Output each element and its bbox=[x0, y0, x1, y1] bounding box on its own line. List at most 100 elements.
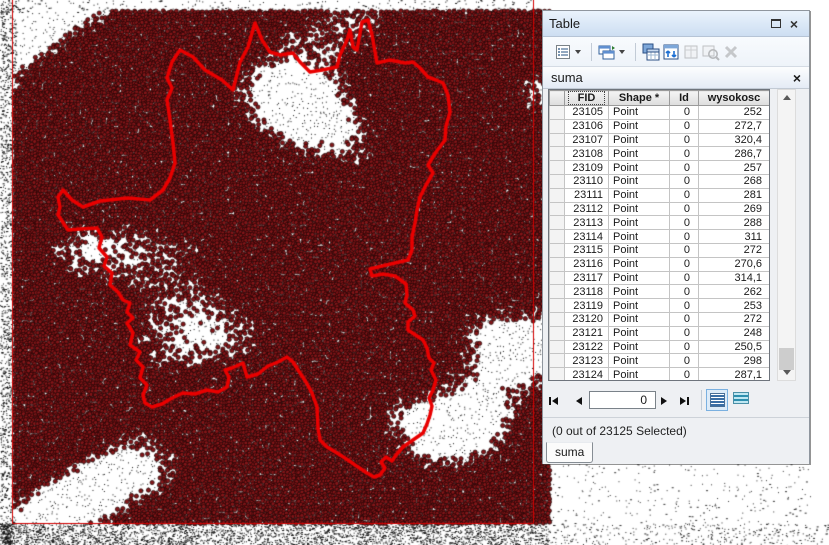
row-selector[interactable] bbox=[550, 106, 565, 120]
cell: 286,7 bbox=[699, 147, 770, 161]
grid-vertical-scrollbar[interactable] bbox=[777, 89, 796, 381]
row-selector[interactable] bbox=[550, 257, 565, 271]
row-selector[interactable] bbox=[550, 312, 565, 326]
delete-selected-button[interactable] bbox=[721, 42, 741, 62]
cell: 0 bbox=[670, 271, 699, 285]
show-selected-records-button[interactable] bbox=[733, 392, 749, 404]
row-selector[interactable] bbox=[550, 119, 565, 133]
nav-separator bbox=[701, 390, 702, 410]
maximize-button[interactable] bbox=[767, 15, 785, 33]
column-header-shape[interactable]: Shape * bbox=[609, 91, 670, 106]
table-window: Table × bbox=[542, 10, 810, 464]
row-selector[interactable] bbox=[550, 368, 565, 381]
table-row[interactable]: 23121Point0248 bbox=[550, 326, 770, 340]
table-row[interactable]: 23110Point0268 bbox=[550, 174, 770, 188]
sheet-tab-suma[interactable]: suma bbox=[546, 442, 593, 463]
row-selector[interactable] bbox=[550, 340, 565, 354]
related-tables-caret-icon[interactable] bbox=[619, 50, 625, 54]
cell: Point bbox=[609, 354, 670, 368]
record-number-input[interactable]: 0 bbox=[589, 391, 656, 409]
table-row[interactable]: 23105Point0252 bbox=[550, 106, 770, 120]
table-row[interactable]: 23111Point0281 bbox=[550, 188, 770, 202]
related-tables-icon bbox=[598, 44, 616, 60]
row-selector[interactable] bbox=[550, 216, 565, 230]
cell: Point bbox=[609, 161, 670, 175]
table-row[interactable]: 23115Point0272 bbox=[550, 243, 770, 257]
table-window-titlebar[interactable]: Table × bbox=[543, 11, 809, 37]
table-row[interactable]: 23112Point0269 bbox=[550, 202, 770, 216]
scroll-up-button[interactable] bbox=[778, 90, 795, 105]
zoom-to-selected-icon bbox=[702, 43, 720, 61]
cell: 0 bbox=[670, 312, 699, 326]
cell: 0 bbox=[670, 188, 699, 202]
next-record-button[interactable] bbox=[661, 392, 667, 410]
cell: 23121 bbox=[565, 326, 609, 340]
table-options-button[interactable] bbox=[553, 42, 573, 62]
clear-selection-icon bbox=[683, 44, 699, 60]
table-options-caret-icon[interactable] bbox=[575, 50, 581, 54]
sheet-close-icon[interactable]: × bbox=[793, 71, 801, 85]
previous-record-button[interactable] bbox=[576, 392, 582, 410]
cell: 287,1 bbox=[699, 368, 770, 381]
last-record-button[interactable] bbox=[680, 392, 689, 410]
selection-status-bar: (0 out of 23125 Selected) bbox=[543, 417, 809, 443]
table-row[interactable]: 23107Point0320,4 bbox=[550, 133, 770, 147]
table-row[interactable]: 23116Point0270,6 bbox=[550, 257, 770, 271]
row-selector[interactable] bbox=[550, 354, 565, 368]
table-row[interactable]: 23122Point0250,5 bbox=[550, 340, 770, 354]
cell: 0 bbox=[670, 257, 699, 271]
scroll-down-button[interactable] bbox=[778, 365, 795, 380]
row-selector[interactable] bbox=[550, 147, 565, 161]
row-selector[interactable] bbox=[550, 133, 565, 147]
row-selector[interactable] bbox=[550, 230, 565, 244]
toolbar-separator bbox=[591, 43, 592, 61]
row-selector[interactable] bbox=[550, 243, 565, 257]
attribute-grid[interactable]: FIDShape *Idwysokosc 23105Point025223106… bbox=[548, 89, 770, 381]
first-record-button[interactable] bbox=[549, 392, 558, 410]
cell: Point bbox=[609, 216, 670, 230]
select-by-attributes-icon bbox=[642, 43, 660, 61]
table-row[interactable]: 23114Point0311 bbox=[550, 230, 770, 244]
cell: 23105 bbox=[565, 106, 609, 120]
cell: Point bbox=[609, 119, 670, 133]
table-row[interactable]: 23123Point0298 bbox=[550, 354, 770, 368]
row-selector[interactable] bbox=[550, 174, 565, 188]
next-record-icon bbox=[661, 397, 667, 405]
table-row[interactable]: 23118Point0262 bbox=[550, 285, 770, 299]
table-row[interactable]: 23106Point0272,7 bbox=[550, 119, 770, 133]
table-toolbar bbox=[543, 37, 809, 67]
close-button[interactable]: × bbox=[785, 15, 803, 33]
column-header-fid[interactable]: FID bbox=[565, 91, 609, 106]
column-header-id[interactable]: Id bbox=[670, 91, 699, 106]
table-row[interactable]: 23117Point0314,1 bbox=[550, 271, 770, 285]
table-row[interactable]: 23120Point0272 bbox=[550, 312, 770, 326]
row-selector[interactable] bbox=[550, 188, 565, 202]
switch-selection-button[interactable] bbox=[661, 42, 681, 62]
column-header-wysokosc[interactable]: wysokosc bbox=[699, 91, 770, 106]
select-by-attributes-button[interactable] bbox=[641, 42, 661, 62]
cell: 0 bbox=[670, 119, 699, 133]
zoom-to-selected-button[interactable] bbox=[701, 42, 721, 62]
clear-selection-button[interactable] bbox=[681, 42, 701, 62]
row-selector[interactable] bbox=[550, 285, 565, 299]
table-row[interactable]: 23109Point0257 bbox=[550, 161, 770, 175]
table-row[interactable]: 23113Point0288 bbox=[550, 216, 770, 230]
row-selector[interactable] bbox=[550, 202, 565, 216]
cell: 0 bbox=[670, 174, 699, 188]
row-selector[interactable] bbox=[550, 271, 565, 285]
cell: Point bbox=[609, 285, 670, 299]
last-record-arrow-icon bbox=[680, 397, 686, 405]
related-tables-button[interactable] bbox=[597, 42, 617, 62]
row-selector[interactable] bbox=[550, 299, 565, 313]
cell: 0 bbox=[670, 133, 699, 147]
table-row[interactable]: 23119Point0253 bbox=[550, 299, 770, 313]
cell: 252 bbox=[699, 106, 770, 120]
row-selector[interactable] bbox=[550, 326, 565, 340]
row-selector[interactable] bbox=[550, 161, 565, 175]
table-row[interactable]: 23124Point0287,1 bbox=[550, 368, 770, 381]
show-all-records-button[interactable] bbox=[706, 389, 728, 411]
cell: 272 bbox=[699, 243, 770, 257]
table-row[interactable]: 23108Point0286,7 bbox=[550, 147, 770, 161]
record-navigation-bar: 0 bbox=[543, 387, 809, 413]
scroll-down-icon bbox=[783, 370, 791, 375]
